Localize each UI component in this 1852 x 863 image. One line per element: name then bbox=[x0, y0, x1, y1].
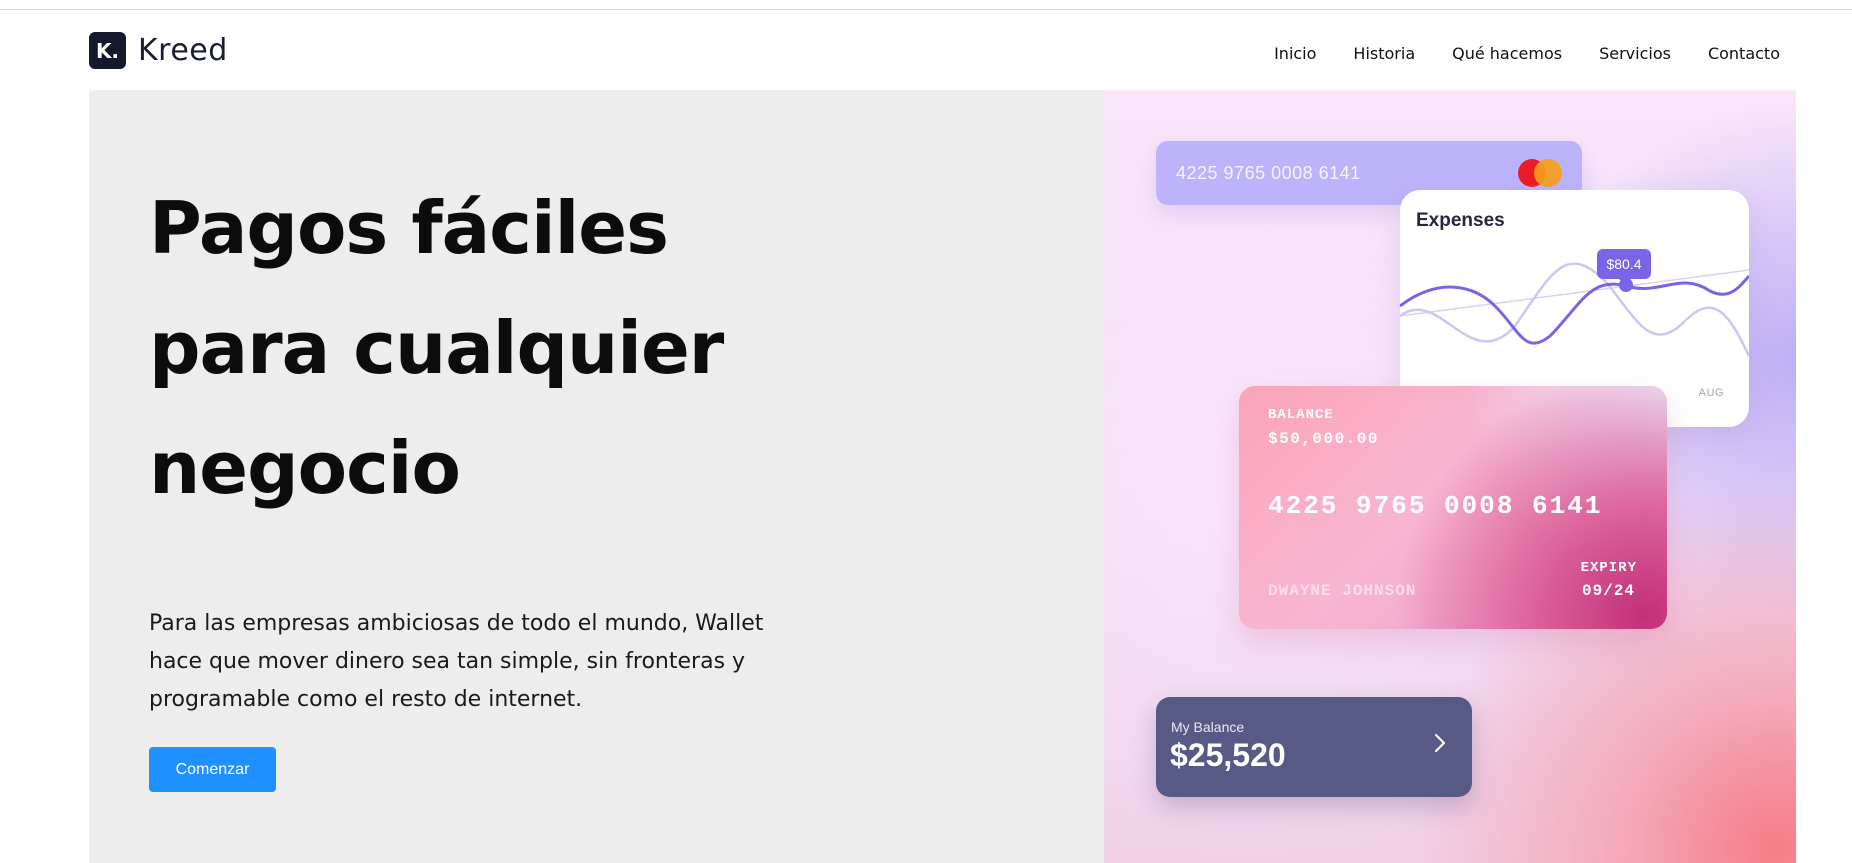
logo-mark-text: K. bbox=[95, 38, 120, 63]
nav-que-hacemos[interactable]: Qué hacemos bbox=[1452, 44, 1562, 63]
hero-text-panel: Pagos fáciles para cualquier negocio Par… bbox=[89, 90, 1104, 863]
hero-section: Pagos fáciles para cualquier negocio Par… bbox=[89, 90, 1796, 863]
headline-line-2: para cualquier bbox=[149, 306, 724, 390]
my-balance-widget[interactable]: My Balance $25,520 bbox=[1156, 697, 1472, 797]
expenses-line-chart bbox=[1400, 262, 1749, 357]
comenzar-button[interactable]: Comenzar bbox=[149, 747, 276, 792]
chevron-right-icon[interactable] bbox=[1428, 731, 1452, 755]
balance-credit-card: BALANCE $50,000.00 4225 9765 0008 6141 D… bbox=[1239, 386, 1667, 629]
card-number: 4225 9765 0008 6141 bbox=[1268, 491, 1603, 521]
expenses-month-label: AUG bbox=[1698, 387, 1724, 399]
headline-line-3: negocio bbox=[149, 426, 461, 510]
logo-mark-icon: K. bbox=[89, 32, 126, 69]
browser-top-border bbox=[0, 0, 1852, 10]
main-nav: Inicio Historia Qué hacemos Servicios Co… bbox=[1274, 44, 1780, 63]
balance-amount: $50,000.00 bbox=[1268, 430, 1380, 448]
hero-subtext: Para las empresas ambiciosas de todo el … bbox=[149, 611, 764, 712]
brand-name: Kreed bbox=[138, 33, 228, 68]
my-balance-label: My Balance bbox=[1171, 719, 1245, 735]
expenses-tooltip: $80.4 bbox=[1597, 249, 1651, 285]
nav-servicios[interactable]: Servicios bbox=[1599, 44, 1671, 63]
nav-inicio[interactable]: Inicio bbox=[1274, 44, 1316, 63]
expiry-label: EXPIRY bbox=[1580, 560, 1637, 576]
brand-logo[interactable]: K. Kreed bbox=[89, 32, 228, 69]
expenses-title: Expenses bbox=[1416, 210, 1505, 231]
nav-contacto[interactable]: Contacto bbox=[1708, 44, 1780, 63]
balance-label: BALANCE bbox=[1268, 407, 1334, 423]
hero-illustration: 4225 9765 0008 6141 Expenses $80.4 AUG B… bbox=[1104, 90, 1796, 863]
hero-headline: Pagos fáciles para cualquier negocio bbox=[149, 168, 1049, 528]
my-balance-amount: $25,520 bbox=[1170, 737, 1286, 773]
mastercard-icon bbox=[1518, 159, 1562, 187]
card-holder-name: DWAYNE JOHNSON bbox=[1268, 582, 1417, 600]
headline-line-1: Pagos fáciles bbox=[149, 186, 669, 270]
nav-historia[interactable]: Historia bbox=[1353, 44, 1415, 63]
card-top-number: 4225 9765 0008 6141 bbox=[1176, 163, 1361, 183]
expiry-date: 09/24 bbox=[1581, 582, 1635, 600]
